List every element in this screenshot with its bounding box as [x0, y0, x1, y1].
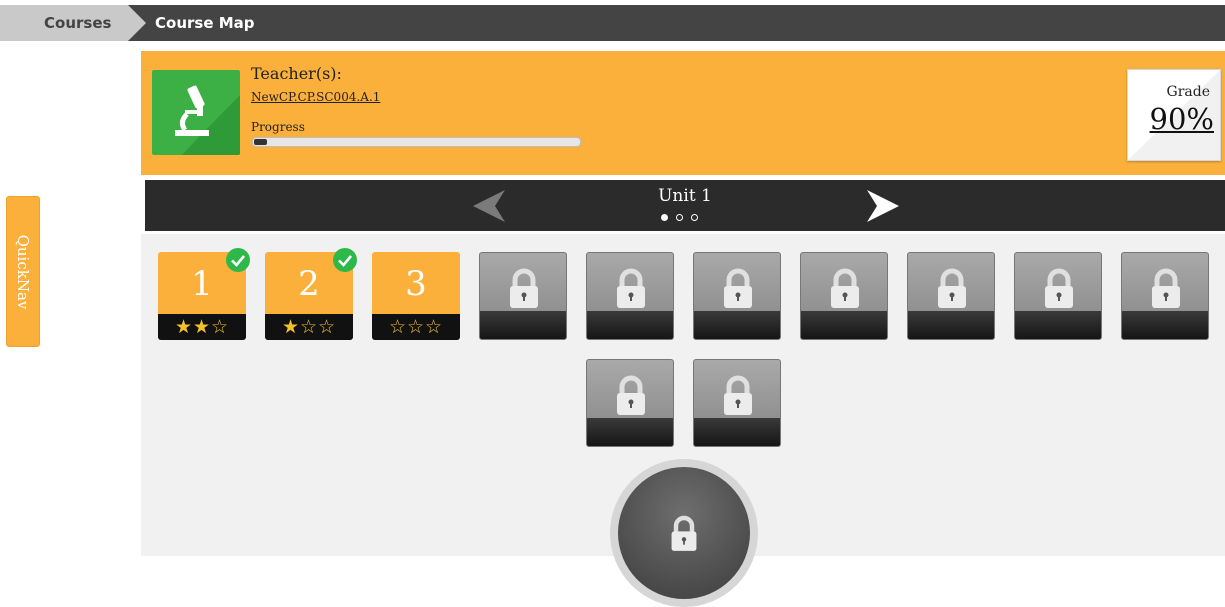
locked-lesson-tile[interactable]	[586, 252, 674, 340]
previous-unit-arrow-icon[interactable]	[471, 188, 511, 224]
grade-label: Grade	[1166, 84, 1210, 100]
lock-icon	[831, 268, 859, 308]
grade-value: 90%	[1149, 102, 1214, 136]
locked-lesson-tile[interactable]	[693, 252, 781, 340]
unit-dot-1[interactable]	[661, 214, 668, 221]
unit-navigator: Unit 1	[145, 180, 1225, 231]
lock-icon	[724, 375, 752, 415]
quicknav-label: QuickNav	[14, 234, 32, 309]
course-icon-tile	[152, 70, 240, 155]
unit-dot-3[interactable]	[691, 214, 698, 221]
lock-icon	[1045, 268, 1073, 308]
lock-icon	[617, 375, 645, 415]
locked-lesson-tile[interactable]	[479, 252, 567, 340]
locked-lesson-tile[interactable]	[586, 359, 674, 447]
lesson-number: 3	[405, 264, 427, 304]
check-icon	[333, 248, 357, 272]
locked-lesson-tile[interactable]	[800, 252, 888, 340]
lesson-stars: ★★☆	[158, 314, 246, 340]
breadcrumb-bar: Courses Course Map	[0, 5, 1225, 41]
progress-bar-fill	[254, 139, 267, 145]
quicknav-tab[interactable]: QuickNav	[6, 196, 40, 347]
grade-card: Grade 90%	[1127, 69, 1221, 161]
locked-lesson-tile[interactable]	[693, 359, 781, 447]
progress-bar	[252, 137, 581, 147]
course-header: Teacher(s): NewCP.CP.SC004.A.1 Progress …	[141, 51, 1225, 175]
progress-label: Progress	[251, 120, 305, 134]
locked-lesson-tile[interactable]	[1014, 252, 1102, 340]
check-icon	[226, 248, 250, 272]
lesson-stars: ☆☆☆	[372, 314, 460, 340]
lock-icon	[671, 515, 697, 551]
lock-icon	[724, 268, 752, 308]
lock-icon	[617, 268, 645, 308]
microscope-icon	[175, 85, 209, 136]
locked-lesson-tile[interactable]	[907, 252, 995, 340]
unit-dot-2[interactable]	[676, 214, 683, 221]
lock-icon	[938, 268, 966, 308]
breadcrumb-courses[interactable]: Courses	[0, 5, 150, 41]
breadcrumb-current: Course Map	[155, 14, 255, 32]
lock-icon	[510, 268, 538, 308]
lesson-stars: ★☆☆	[265, 314, 353, 340]
locked-lesson-tile[interactable]	[1121, 252, 1209, 340]
breadcrumb-courses-label: Courses	[44, 14, 112, 32]
unit-test-node[interactable]	[610, 459, 758, 607]
unit-title: Unit 1	[658, 186, 712, 206]
next-unit-arrow-icon[interactable]	[861, 188, 901, 224]
teacher-label: Teacher(s):	[251, 64, 342, 83]
lock-icon	[1152, 268, 1180, 308]
course-code-link[interactable]: NewCP.CP.SC004.A.1	[251, 90, 380, 104]
lesson-tile-3[interactable]: 3 ☆☆☆	[372, 252, 460, 340]
